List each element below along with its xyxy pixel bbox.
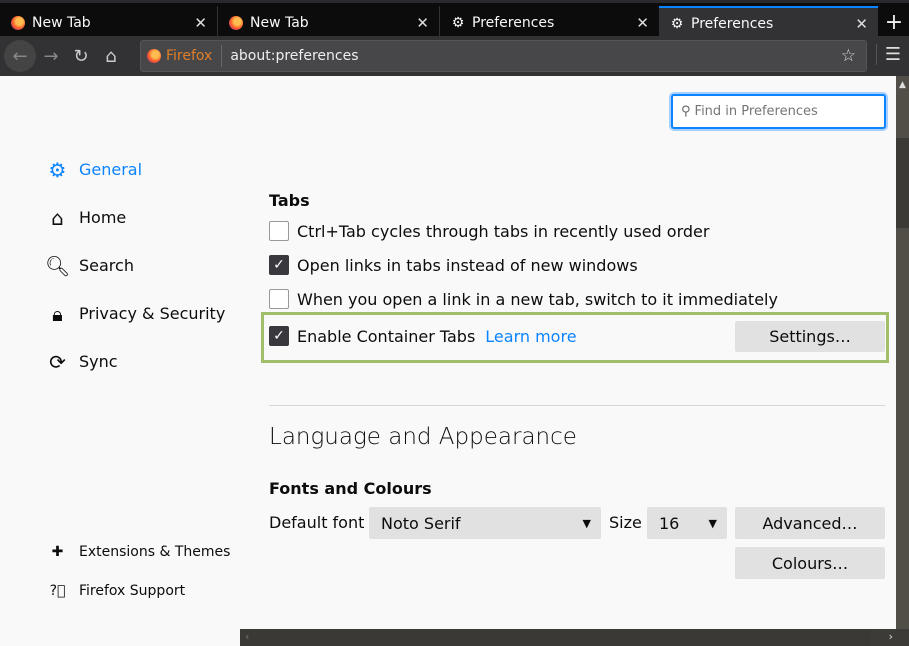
identity-box[interactable]: Firefox — [141, 45, 223, 67]
sidebar-item-label: Firefox Support — [79, 582, 186, 599]
sidebar-item-label: Privacy & Security — [79, 304, 226, 323]
tab-label: Preferences — [691, 15, 774, 32]
back-button[interactable]: ← — [4, 40, 36, 72]
divider — [269, 405, 885, 406]
scroll-left-icon[interactable]: ‹ — [245, 630, 249, 643]
checkbox-label: Enable Container Tabs — [297, 326, 476, 346]
tab-new-tab-1[interactable]: New Tab ✕ — [0, 6, 218, 39]
gear-icon: ⚙ — [670, 15, 684, 32]
horizontal-scrollbar[interactable]: ‹ › — [240, 629, 909, 646]
colours-button[interactable]: Colours… — [735, 547, 885, 579]
brand-label: Firefox — [166, 48, 213, 64]
sidebar-extensions-themes[interactable]: ✚ Extensions & Themes — [46, 540, 231, 563]
url-bar[interactable]: Firefox about:preferences ☆ — [140, 40, 867, 72]
lock-icon: 🔒︎ — [52, 301, 63, 326]
sidebar-item-search[interactable]: 🔍︎ Search — [44, 253, 134, 278]
checkbox[interactable] — [269, 289, 289, 309]
checkbox[interactable]: ✓ — [269, 255, 289, 275]
sidebar-item-home[interactable]: ⌂ Home — [46, 205, 127, 230]
default-font-label: Default font — [269, 513, 365, 532]
url-text[interactable]: about:preferences — [230, 48, 358, 64]
search-input[interactable] — [694, 104, 875, 119]
chevron-down-icon: ▼ — [582, 516, 591, 530]
close-icon[interactable]: ✕ — [194, 14, 207, 32]
tab-preferences-2[interactable]: ⚙ Preferences ✕ — [659, 6, 878, 39]
tab-label: New Tab — [32, 14, 91, 31]
new-tab-button[interactable]: + — [879, 6, 909, 39]
checkbox-label: Open links in tabs instead of new window… — [297, 255, 638, 275]
chevron-down-icon: ▼ — [708, 516, 717, 530]
sidebar-item-sync[interactable]: ⟳ Sync — [46, 349, 118, 374]
size-label: Size — [609, 513, 642, 532]
reload-button[interactable]: ↻ — [66, 46, 96, 67]
fonts-colours-heading: Fonts and Colours — [269, 479, 432, 498]
sidebar-item-label: General — [79, 160, 143, 179]
tab-preferences-1[interactable]: ⚙ Preferences ✕ — [440, 6, 659, 39]
tabs-heading: Tabs — [269, 191, 310, 210]
checkbox-label: Ctrl+Tab cycles through tabs in recently… — [297, 221, 710, 241]
sidebar-firefox-support[interactable]: ?⃝ Firefox Support — [46, 579, 186, 602]
close-icon[interactable]: ✕ — [855, 15, 868, 33]
sync-icon: ⟳ — [49, 349, 66, 374]
font-size-select[interactable]: 16 ▼ — [647, 507, 727, 539]
firefox-icon — [147, 49, 161, 63]
find-in-preferences[interactable]: ⚲ — [671, 94, 886, 129]
default-font-select[interactable]: Noto Serif ▼ — [369, 507, 601, 539]
sidebar-item-label: Extensions & Themes — [79, 543, 231, 560]
forward-button[interactable]: → — [36, 46, 66, 67]
tab-new-tab-2[interactable]: New Tab ✕ — [218, 6, 440, 39]
firefox-icon — [228, 15, 244, 31]
sidebar-item-label: Search — [79, 256, 134, 275]
learn-more-link[interactable]: Learn more — [485, 327, 576, 346]
scroll-right-icon[interactable]: › — [889, 630, 893, 643]
gear-icon: ⚙ — [451, 14, 465, 31]
puzzle-icon: ✚ — [51, 543, 64, 560]
ctrl-tab-checkbox[interactable]: Ctrl+Tab cycles through tabs in recently… — [269, 221, 709, 241]
home-button[interactable]: ⌂ — [96, 46, 126, 67]
scrollbar-thumb[interactable] — [896, 138, 909, 228]
switch-to-tab-checkbox[interactable]: When you open a link in a new tab, switc… — [269, 289, 778, 309]
nav-bar: ← → ↻ ⌂ Firefox about:preferences ☆ ☰ — [0, 36, 909, 76]
checkbox[interactable]: ✓ — [269, 326, 289, 346]
tab-bar: New Tab ✕ New Tab ✕ ⚙ Preferences ✕ ⚙ Pr… — [0, 0, 909, 39]
checkbox-label: When you open a link in a new tab, switc… — [297, 289, 778, 309]
close-icon[interactable]: ✕ — [636, 14, 649, 32]
select-value: 16 — [659, 513, 680, 533]
close-icon[interactable]: ✕ — [416, 14, 429, 32]
search-icon: 🔍︎ — [44, 253, 71, 278]
sidebar-item-privacy[interactable]: 🔒︎ Privacy & Security — [46, 301, 226, 326]
help-icon: ?⃝ — [49, 582, 66, 599]
search-icon: ⚲ — [681, 104, 691, 119]
checkbox[interactable] — [269, 221, 289, 241]
tab-label: New Tab — [250, 14, 309, 31]
sidebar-item-general[interactable]: ⚙ General — [46, 157, 143, 182]
sidebar-item-label: Sync — [79, 352, 118, 371]
scrollbar-thumb[interactable] — [240, 629, 870, 646]
vertical-scrollbar[interactable]: ▲ — [896, 76, 909, 629]
tab-label: Preferences — [472, 14, 555, 31]
language-appearance-heading: Language and Appearance — [269, 424, 577, 450]
menu-button[interactable]: ☰ — [875, 44, 901, 65]
home-icon: ⌂ — [51, 205, 64, 230]
container-settings-button[interactable]: Settings… — [735, 321, 885, 352]
firefox-icon — [10, 15, 26, 31]
scroll-up-icon[interactable]: ▲ — [896, 80, 909, 90]
open-links-checkbox[interactable]: ✓ Open links in tabs instead of new windo… — [269, 255, 638, 275]
sidebar-item-label: Home — [79, 208, 127, 227]
gear-icon: ⚙ — [48, 157, 67, 182]
advanced-button[interactable]: Advanced… — [735, 507, 885, 539]
container-tabs-checkbox[interactable]: ✓ Enable Container Tabs Learn more — [269, 326, 577, 346]
bookmark-star-icon[interactable]: ☆ — [841, 46, 856, 66]
select-value: Noto Serif — [381, 513, 461, 533]
